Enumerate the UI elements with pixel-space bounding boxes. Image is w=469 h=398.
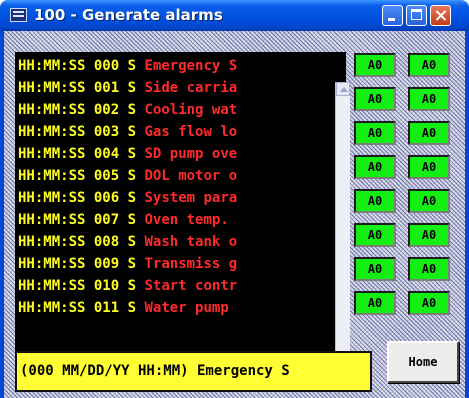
- alarm-row[interactable]: HH:MM:SS 007 S Oven temp.: [18, 209, 229, 231]
- alarm-row[interactable]: HH:MM:SS 010 S Start contr: [18, 275, 237, 297]
- alarm-message: Transmiss g: [144, 256, 238, 272]
- alarm-time: HH:MM:SS: [18, 80, 86, 96]
- alarm-time: HH:MM:SS: [18, 146, 86, 162]
- alarm-id: 003: [93, 124, 120, 140]
- alarm-state: S: [127, 168, 137, 184]
- alarm-time: HH:MM:SS: [18, 234, 86, 250]
- alarm-id: 004: [93, 146, 120, 162]
- app-icon[interactable]: [10, 8, 27, 22]
- alarm-state: S: [127, 58, 137, 74]
- acknowledge-button[interactable]: A0: [354, 189, 396, 213]
- alarm-list[interactable]: HH:MM:SS 000 S Emergency S HH:MM:SS 001 S…: [15, 52, 346, 370]
- alarm-id: 008: [93, 234, 120, 250]
- alarm-row[interactable]: HH:MM:SS 009 S Transmiss g: [18, 253, 237, 275]
- alarm-id: 007: [93, 212, 120, 228]
- alarm-time: HH:MM:SS: [18, 300, 86, 316]
- alarm-id: 002: [93, 102, 120, 118]
- acknowledge-button[interactable]: A0: [354, 121, 396, 145]
- alarm-time: HH:MM:SS: [18, 212, 86, 228]
- alarm-time: HH:MM:SS: [18, 168, 86, 184]
- alarm-message: SD pump ove: [144, 146, 238, 162]
- alarm-state: S: [127, 212, 137, 228]
- alarm-id: 009: [93, 256, 120, 272]
- alarm-state: S: [127, 146, 137, 162]
- alarm-time: HH:MM:SS: [18, 124, 86, 140]
- alarm-time: HH:MM:SS: [18, 102, 86, 118]
- alarm-state: S: [127, 300, 137, 316]
- alarm-time: HH:MM:SS: [18, 190, 86, 206]
- acknowledge-button[interactable]: A0: [408, 155, 450, 179]
- alarm-id: 000: [93, 58, 120, 74]
- acknowledge-button[interactable]: A0: [408, 189, 450, 213]
- acknowledge-button[interactable]: A0: [408, 223, 450, 247]
- alarm-state: S: [127, 190, 137, 206]
- alarm-row[interactable]: HH:MM:SS 000 S Emergency S: [18, 55, 237, 77]
- acknowledge-button[interactable]: A0: [408, 53, 450, 77]
- alarm-state: S: [127, 80, 137, 96]
- acknowledge-button[interactable]: A0: [408, 257, 450, 281]
- acknowledge-button[interactable]: A0: [354, 155, 396, 179]
- alarm-state: S: [127, 102, 137, 118]
- window-title: 100 - Generate alarms: [34, 6, 223, 24]
- alarm-message: DOL motor o: [144, 168, 238, 184]
- close-button[interactable]: [430, 5, 451, 26]
- alarm-status-text: (000 MM/DD/YY HH:MM) Emergency S: [20, 363, 290, 379]
- acknowledge-button[interactable]: A0: [408, 87, 450, 111]
- alarm-state: S: [127, 124, 137, 140]
- alarm-status-bar: (000 MM/DD/YY HH:MM) Emergency S: [15, 351, 372, 392]
- acknowledge-button[interactable]: A0: [354, 291, 396, 315]
- alarm-message: Start contr: [144, 278, 238, 294]
- alarm-row[interactable]: HH:MM:SS 002 S Cooling wat: [18, 99, 237, 121]
- alarm-id: 011: [93, 300, 120, 316]
- acknowledge-button[interactable]: A0: [354, 87, 396, 111]
- alarm-message: Emergency S: [144, 58, 238, 74]
- alarm-time: HH:MM:SS: [18, 256, 86, 272]
- alarm-row[interactable]: HH:MM:SS 011 S Water pump: [18, 297, 229, 319]
- alarm-message: Gas flow lo: [144, 124, 238, 140]
- scroll-up-arrow-icon[interactable]: [336, 82, 350, 96]
- alarm-message: System para: [144, 190, 238, 206]
- alarm-message: Wash tank o: [144, 234, 238, 250]
- alarm-message: Oven temp.: [144, 212, 229, 228]
- alarm-row[interactable]: HH:MM:SS 001 S Side carria: [18, 77, 237, 99]
- alarm-id: 001: [93, 80, 120, 96]
- alarm-time: HH:MM:SS: [18, 278, 86, 294]
- alarm-row[interactable]: HH:MM:SS 004 S SD pump ove: [18, 143, 237, 165]
- alarm-id: 006: [93, 190, 120, 206]
- client-area: HH:MM:SS 000 S Emergency S HH:MM:SS 001 S…: [4, 31, 465, 398]
- alarm-row[interactable]: HH:MM:SS 008 S Wash tank o: [18, 231, 237, 253]
- acknowledge-button[interactable]: A0: [354, 257, 396, 281]
- alarm-state: S: [127, 278, 137, 294]
- alarm-row[interactable]: HH:MM:SS 003 S Gas flow lo: [18, 121, 237, 143]
- acknowledge-button[interactable]: A0: [408, 121, 450, 145]
- alarm-row[interactable]: HH:MM:SS 005 S DOL motor o: [18, 165, 237, 187]
- alarm-id: 010: [93, 278, 120, 294]
- alarm-id: 005: [93, 168, 120, 184]
- alarm-message: Water pump: [144, 300, 229, 316]
- alarm-row[interactable]: HH:MM:SS 006 S System para: [18, 187, 237, 209]
- alarm-state: S: [127, 234, 137, 250]
- window: 100 - Generate alarms HH:MM:SS 000 S Eme…: [0, 0, 469, 398]
- alarm-list-scrollbar[interactable]: [335, 82, 350, 371]
- alarm-message: Side carria: [144, 80, 238, 96]
- alarm-time: HH:MM:SS: [18, 58, 86, 74]
- home-button[interactable]: Home: [387, 341, 459, 383]
- alarm-state: S: [127, 256, 137, 272]
- acknowledge-button[interactable]: A0: [408, 291, 450, 315]
- minimize-button[interactable]: [382, 5, 403, 26]
- acknowledge-button[interactable]: A0: [354, 223, 396, 247]
- alarm-message: Cooling wat: [144, 102, 238, 118]
- title-bar[interactable]: 100 - Generate alarms: [0, 0, 469, 31]
- maximize-button[interactable]: [406, 5, 427, 26]
- acknowledge-button[interactable]: A0: [354, 53, 396, 77]
